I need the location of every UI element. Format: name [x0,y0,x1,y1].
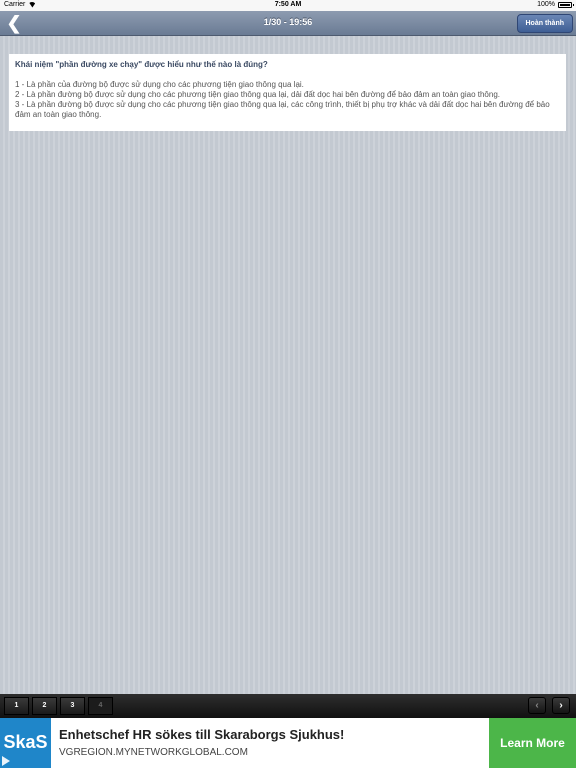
prev-page-button[interactable]: ‹ [528,697,546,714]
status-time: 7:50 AM [274,1,302,8]
adchoices-icon[interactable] [2,756,10,766]
ad-logo-text: SkaS [3,732,48,752]
page-title: 1/30 - 19:56 [263,17,313,27]
page-button-1[interactable]: 1 [4,697,29,715]
ad-title[interactable]: Enhetschef HR sökes till Skaraborgs Sjuk… [59,727,344,742]
page-button-3[interactable]: 3 [60,697,85,715]
page-button-4[interactable]: 4 [88,697,113,715]
status-bar: Carrier 7:50 AM 100% [0,0,576,11]
ad-logo[interactable]: SkaS [0,718,51,768]
answer-option-1[interactable]: 1 - Là phần của đường bộ được sử dụng ch… [15,80,560,90]
ad-url[interactable]: VGREGION.MYNETWORKGLOBAL.COM [59,747,248,758]
answer-option-3[interactable]: 3 - Là phần đường bộ được sử dụng cho cá… [15,100,560,120]
navigation-bar: ❮ 1/30 - 19:56 Hoàn thành [0,11,576,36]
finish-button[interactable]: Hoàn thành [516,14,573,33]
battery-icon [558,1,574,8]
battery-percent: 100% [537,1,555,8]
question-text: Khái niệm "phần đường xe chạy" được hiểu… [15,60,268,69]
status-right: 100% [537,1,574,8]
pagination-bar: 1 2 3 4 ‹ › [0,694,576,718]
question-card: Khái niệm "phần đường xe chạy" được hiểu… [9,54,566,131]
learn-more-button[interactable]: Learn More [489,718,576,768]
answer-option-2[interactable]: 2 - Là phần đường bộ được sử dụng cho cá… [15,90,560,100]
ad-banner[interactable]: SkaS Enhetschef HR sökes till Skaraborgs… [0,718,576,768]
page-button-2[interactable]: 2 [32,697,57,715]
next-page-button[interactable]: › [552,697,570,714]
